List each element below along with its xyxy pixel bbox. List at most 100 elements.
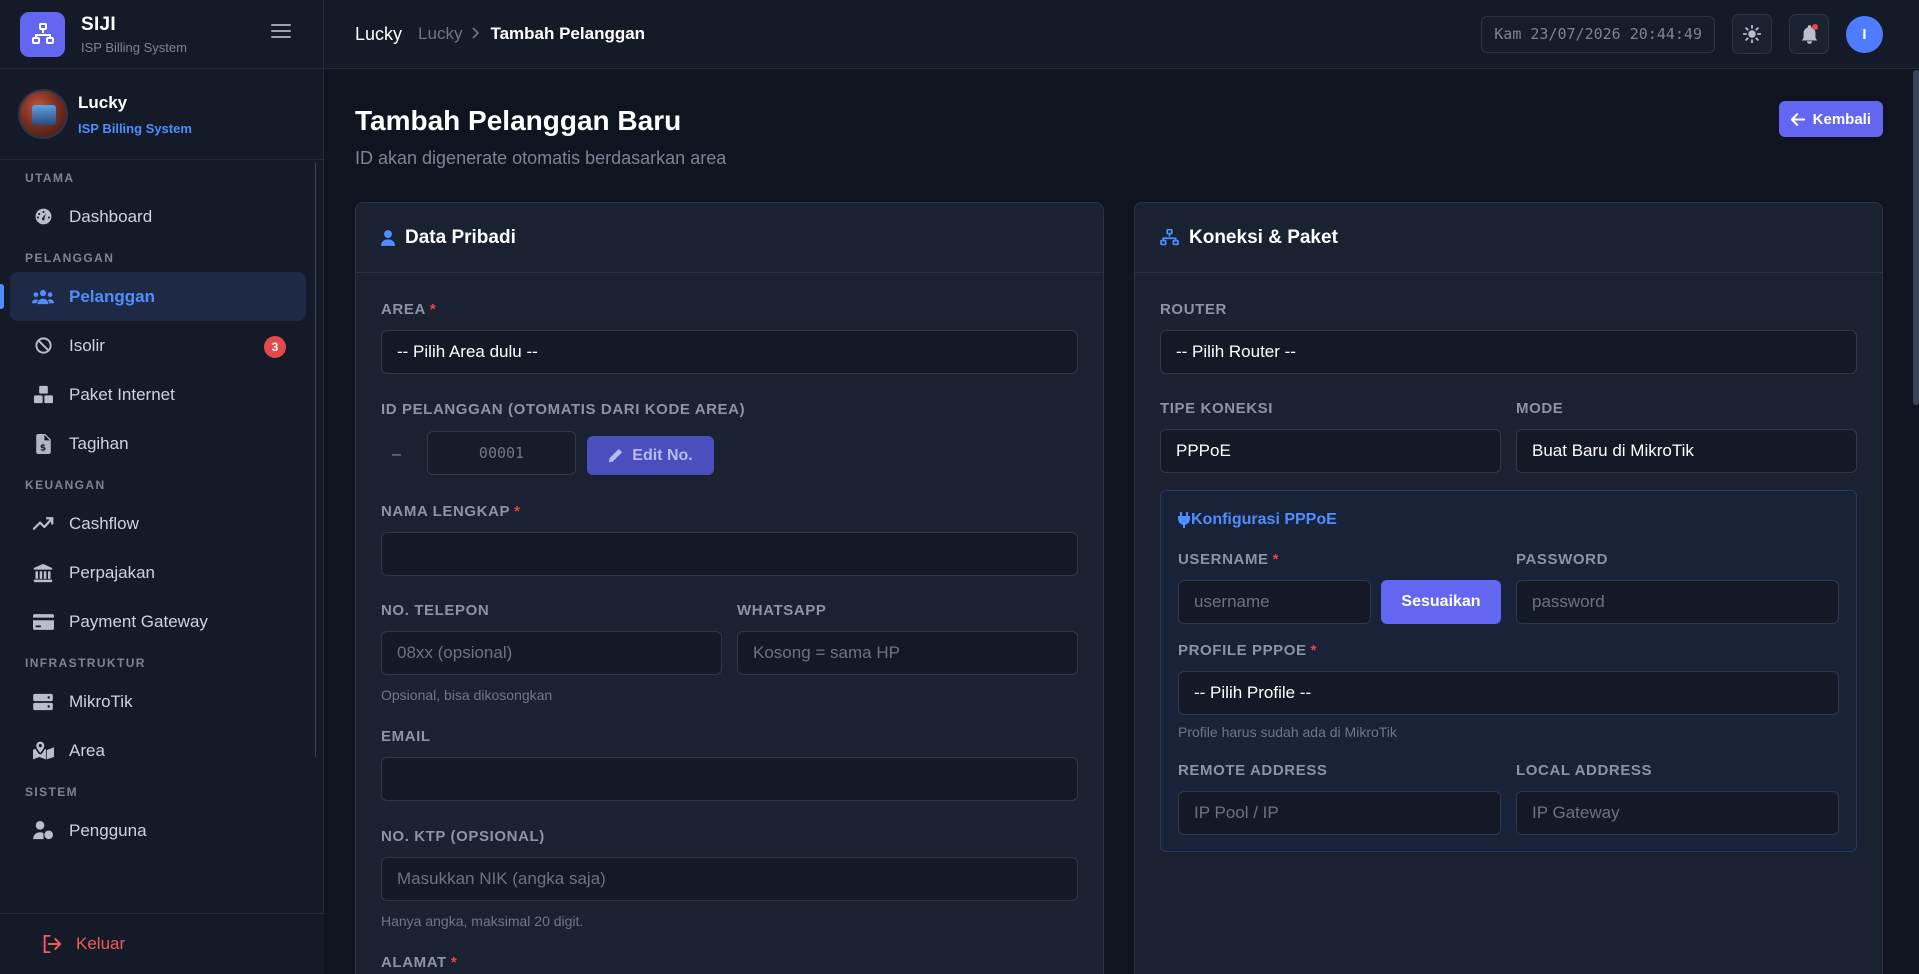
username-input[interactable]: username xyxy=(1178,580,1371,624)
user-avatar-button[interactable]: I xyxy=(1846,15,1883,53)
sidebar-item-cashflow[interactable]: Cashflow xyxy=(10,499,306,548)
user-icon xyxy=(381,229,395,246)
sidebar-item-label: Area xyxy=(69,740,105,760)
router-label: ROUTER xyxy=(1160,301,1227,318)
network-logo-icon xyxy=(20,11,65,57)
email-label: EMAIL xyxy=(381,728,431,745)
clock-display: Kam 23/07/2026 20:44:49 xyxy=(1481,15,1715,53)
remote-address-input[interactable]: IP Pool / IP xyxy=(1178,791,1501,835)
nav-section-infrastruktur: INFRASTRUKTUR xyxy=(25,656,146,670)
customer-id-number-input[interactable]: 00001 xyxy=(427,431,576,475)
active-indicator xyxy=(0,284,4,309)
avatar xyxy=(18,89,68,139)
topbar: Lucky Lucky Tambah Pelanggan Kam 23/07/2… xyxy=(324,0,1919,69)
sidebar-item-label: Pengguna xyxy=(69,820,147,840)
back-button[interactable]: Kembali xyxy=(1778,101,1883,137)
logout-button[interactable]: Keluar xyxy=(0,913,324,974)
brand: SIJI ISP Billing System xyxy=(0,0,323,69)
ktp-input[interactable]: Masukkan NIK (angka saja) xyxy=(381,857,1078,901)
theme-toggle-button[interactable] xyxy=(1732,14,1772,54)
user-cog-icon xyxy=(32,820,54,842)
pppoe-config-title-text: Konfigurasi PPPoE xyxy=(1191,511,1337,528)
svg-text:$: $ xyxy=(39,443,45,453)
sidebar-item-dashboard[interactable]: Dashboard xyxy=(10,192,306,241)
sidebar-item-paket-internet[interactable]: Paket Internet xyxy=(10,370,306,419)
username-label-text: USERNAME xyxy=(1178,551,1269,568)
phone-input[interactable]: 08xx (opsional) xyxy=(381,631,722,675)
sidebar-item-label: Pelanggan xyxy=(69,286,155,306)
area-label: AREA * xyxy=(381,301,436,318)
menu-toggle-icon[interactable] xyxy=(271,22,291,40)
connection-card: Koneksi & Paket ROUTER -- Pilih Router -… xyxy=(1134,202,1883,974)
card-icon xyxy=(32,611,54,633)
adjust-button[interactable]: Sesuaikan xyxy=(1381,580,1501,624)
mode-label: MODE xyxy=(1516,400,1564,417)
invoice-icon: $ xyxy=(32,433,54,455)
dashboard-icon xyxy=(32,206,54,228)
sidebar-item-payment-gateway[interactable]: Payment Gateway xyxy=(10,597,306,646)
arrow-left-icon xyxy=(1790,112,1805,126)
pppoe-config-title: Konfigurasi PPPoE xyxy=(1178,511,1337,529)
connection-type-select[interactable]: PPPoE xyxy=(1160,429,1501,473)
brand-name: SIJI xyxy=(81,13,116,35)
local-address-input[interactable]: IP Gateway xyxy=(1516,791,1839,835)
back-label: Kembali xyxy=(1812,110,1871,128)
sidebar-item-perpajakan[interactable]: Perpajakan xyxy=(10,548,306,597)
sidebar-item-isolir[interactable]: Isolir 3 xyxy=(10,321,306,370)
password-label: PASSWORD xyxy=(1516,551,1609,568)
users-icon xyxy=(32,286,54,308)
router-select[interactable]: -- Pilih Router -- xyxy=(1160,330,1857,374)
remote-address-label: REMOTE ADDRESS xyxy=(1178,762,1328,779)
sidebar-item-label: Cashflow xyxy=(69,513,139,533)
card-header: Koneksi & Paket xyxy=(1135,203,1882,273)
sidebar-scrollbar[interactable] xyxy=(315,161,316,758)
notifications-button[interactable] xyxy=(1789,14,1829,54)
pppoe-profile-label: PROFILE PPPOE * xyxy=(1178,642,1317,659)
mode-select[interactable]: Buat Baru di MikroTik xyxy=(1516,429,1857,473)
required-mark: * xyxy=(450,954,458,971)
plug-icon xyxy=(1178,512,1190,528)
app-root: SIJI ISP Billing System Lucky ISP Billin… xyxy=(0,0,1919,974)
sidebar-item-mikrotik[interactable]: MikroTik xyxy=(10,677,306,726)
email-input[interactable] xyxy=(381,757,1078,801)
breadcrumb-parent[interactable]: Lucky xyxy=(418,24,462,44)
ktp-help-text: Hanya angka, maksimal 20 digit. xyxy=(381,913,584,929)
username-label: USERNAME * xyxy=(1178,551,1279,568)
sidebar-item-area[interactable]: Area xyxy=(10,726,306,775)
full-name-label: NAMA LENGKAP * xyxy=(381,503,521,520)
user-profile[interactable]: Lucky ISP Billing System xyxy=(0,69,323,160)
page-subtitle: ID akan digenerate otomatis berdasarkan … xyxy=(355,148,727,168)
area-label-text: AREA xyxy=(381,301,426,318)
sidebar-item-tagihan[interactable]: $ Tagihan xyxy=(10,419,306,468)
sidebar-nav: UTAMA Dashboard PELANGGAN Pelanggan Isol… xyxy=(0,161,316,913)
area-select[interactable]: -- Pilih Area dulu -- xyxy=(381,330,1078,374)
nav-section-pelanggan: PELANGGAN xyxy=(25,251,115,265)
nav-section-utama: UTAMA xyxy=(25,171,75,185)
sidebar-item-pengguna[interactable]: Pengguna xyxy=(10,806,306,855)
full-name-input[interactable] xyxy=(381,532,1078,576)
whatsapp-label: WHATSAPP xyxy=(737,602,827,619)
sun-icon xyxy=(1743,25,1761,43)
connection-type-label: TIPE KONEKSI xyxy=(1160,400,1274,417)
chevron-right-icon xyxy=(472,26,480,43)
profile-help-text: Profile harus sudah ada di MikroTik xyxy=(1178,724,1397,740)
brand-subtitle: ISP Billing System xyxy=(81,39,187,55)
breadcrumb-root[interactable]: Lucky xyxy=(355,24,402,45)
nav-section-sistem: SISTEM xyxy=(25,785,79,799)
sidebar-item-label: Payment Gateway xyxy=(69,611,208,631)
page-title: Tambah Pelanggan Baru xyxy=(355,105,682,136)
network-icon xyxy=(1160,229,1179,246)
card-title: Data Pribadi xyxy=(405,226,516,248)
pppoe-profile-select[interactable]: -- Pilih Profile -- xyxy=(1178,671,1839,715)
main-scrollbar[interactable] xyxy=(1913,70,1919,405)
phone-help-text: Opsional, bisa dikosongkan xyxy=(381,687,553,703)
whatsapp-input[interactable]: Kosong = sama HP xyxy=(737,631,1078,675)
customer-id-label: ID PELANGGAN (OTOMATIS DARI KODE AREA) xyxy=(381,401,746,418)
local-address-label: LOCAL ADDRESS xyxy=(1516,762,1653,779)
profile-role: ISP Billing System xyxy=(78,120,192,136)
required-mark: * xyxy=(1272,551,1280,568)
edit-number-button[interactable]: Edit No. xyxy=(587,436,714,475)
sidebar-item-pelanggan[interactable]: Pelanggan xyxy=(0,272,306,321)
ban-icon xyxy=(32,335,54,357)
password-input[interactable]: password xyxy=(1516,580,1839,624)
